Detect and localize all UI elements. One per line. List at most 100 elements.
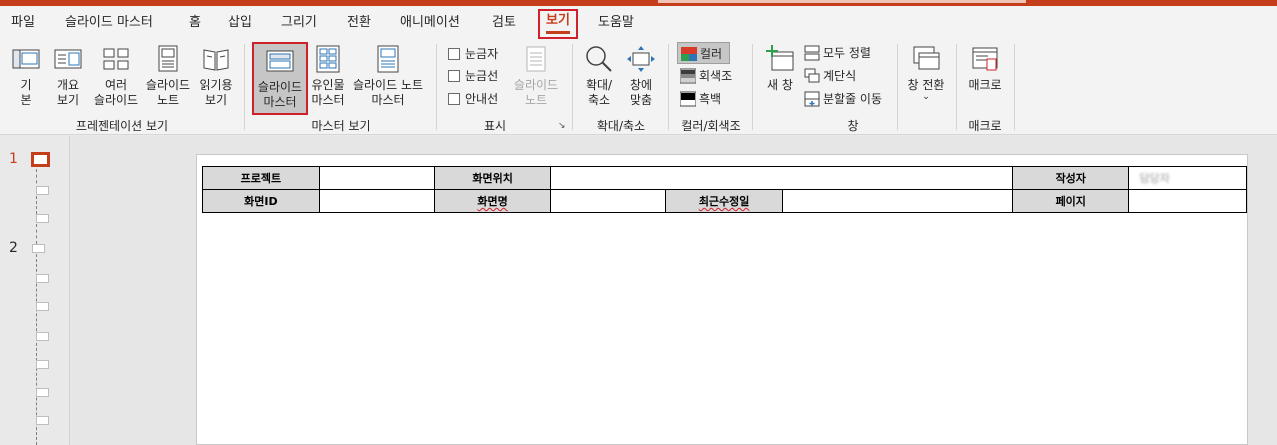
author-label-cell[interactable]: 작성자	[1012, 166, 1130, 190]
slide-sorter-icon	[101, 44, 131, 74]
slide-sorter-button[interactable]: 여러 슬라이드	[90, 42, 142, 115]
slide-number-2: 2	[9, 240, 18, 256]
black-white-mode-button[interactable]: 흑백	[679, 88, 721, 110]
notes-master-icon	[373, 44, 403, 74]
screen-id-label-cell[interactable]: 화면ID	[202, 189, 320, 213]
group-divider	[752, 44, 753, 130]
slide-editing-area[interactable]: 프로젝트 화면위치 작성자 담당자 화면ID 화면명 최근수정일 페이지	[71, 136, 1277, 445]
zoom-group-label: 확대/축소	[596, 119, 646, 133]
guides-checkbox[interactable]: 안내선	[448, 88, 498, 110]
ruler-checkbox[interactable]: 눈금자	[448, 43, 498, 65]
notes-page-button[interactable]: 슬라이드 노트	[143, 42, 193, 115]
tab-slide-master[interactable]: 슬라이드 마스터	[65, 12, 153, 34]
cascade-label: 계단식	[823, 69, 857, 83]
notes-icon	[521, 44, 551, 74]
window-group-label: 창	[847, 119, 859, 133]
fit-to-window-button[interactable]: 창에 맞춤	[622, 42, 660, 115]
guides-checkbox-box[interactable]	[448, 92, 460, 105]
project-label-cell[interactable]: 프로젝트	[202, 166, 320, 190]
move-split-button[interactable]: 분할줄 이동	[804, 88, 882, 110]
page-label-cell[interactable]: 페이지	[1012, 189, 1130, 213]
layout-thumbnail[interactable]	[36, 302, 49, 311]
color-mode-button[interactable]: 컬러	[677, 42, 730, 64]
last-modified-label-cell[interactable]: 최근수정일	[665, 189, 783, 213]
slide-master-label-2: 마스터	[263, 95, 297, 109]
guides-label: 안내선	[465, 92, 499, 106]
ruler-label: 눈금자	[465, 47, 499, 61]
screen-location-label-cell[interactable]: 화면위치	[433, 166, 552, 190]
tab-animations[interactable]: 애니메이션	[400, 12, 460, 34]
notes-toggle-label-2: 노트	[524, 93, 548, 107]
arrange-all-icon	[804, 45, 820, 61]
tab-review[interactable]: 검토	[492, 12, 516, 34]
outline-view-label-1: 개요	[56, 78, 80, 92]
master-thumbnail-2[interactable]	[32, 244, 45, 253]
group-divider	[1014, 44, 1015, 130]
tab-draw[interactable]: 그리기	[281, 12, 317, 34]
ruler-checkbox-box[interactable]	[448, 47, 460, 60]
cascade-button[interactable]: 계단식	[804, 65, 856, 87]
zoom-button[interactable]: 확대/ 축소	[580, 42, 618, 115]
document-header-table[interactable]: 프로젝트 화면위치 작성자 담당자 화면ID 화면명 최근수정일 페이지	[202, 166, 1247, 213]
screen-name-label-cell[interactable]: 화면명	[433, 189, 552, 213]
fit-to-window-label-1: 창에	[629, 78, 653, 92]
tab-home[interactable]: 홈	[189, 12, 201, 34]
reading-view-button[interactable]: 읽기용 보기	[196, 42, 236, 115]
gridlines-checkbox-box[interactable]	[448, 69, 460, 82]
grayscale-swatch-icon	[679, 68, 697, 84]
handout-master-label-1: 유인물	[311, 78, 345, 92]
layout-thumbnail[interactable]	[36, 388, 49, 397]
powerpoint-window: 파일 슬라이드 마스터 홈 삽입 그리기 전환 애니메이션 검토 보기 도움말 …	[0, 0, 1277, 445]
macros-label: 매크로	[968, 78, 1002, 92]
layout-connector	[36, 224, 37, 244]
layout-thumbnail[interactable]	[36, 416, 49, 425]
search-box[interactable]	[658, 0, 1026, 3]
page-value-cell[interactable]	[1128, 189, 1247, 213]
notes-toggle-button[interactable]: 슬라이드 노트	[510, 42, 562, 115]
active-tab-underline	[546, 31, 570, 34]
switch-windows-button[interactable]: 창 전환 ⌄	[903, 42, 949, 115]
notes-master-button[interactable]: 슬라이드 노트 마스터	[349, 42, 427, 115]
screen-location-value-cell[interactable]	[550, 166, 1014, 190]
handout-master-button[interactable]: 유인물 마스터	[309, 42, 347, 115]
table-row: 화면ID 화면명 최근수정일 페이지	[202, 189, 1247, 213]
arrange-all-button[interactable]: 모두 정렬	[804, 42, 871, 64]
layout-connector	[36, 196, 37, 214]
macros-button[interactable]: 매크로	[964, 42, 1006, 115]
layout-thumbnail[interactable]	[36, 186, 49, 195]
show-dialog-launcher-icon[interactable]: ↘	[558, 121, 566, 131]
slide-thumbnail-pane[interactable]: 1 2	[0, 136, 70, 445]
last-modified-value-cell[interactable]	[781, 189, 1014, 213]
tab-view[interactable]: 보기	[538, 9, 578, 39]
color-label: 컬러	[700, 47, 723, 61]
gridlines-checkbox[interactable]: 눈금선	[448, 65, 498, 87]
group-divider	[436, 44, 437, 130]
layout-thumbnail[interactable]	[36, 360, 49, 369]
grayscale-mode-button[interactable]: 회색조	[679, 65, 732, 87]
outline-view-button[interactable]: 개요 보기	[50, 42, 86, 115]
normal-view-button[interactable]: 기 본	[8, 42, 44, 115]
slide-sorter-label-1: 여러	[104, 78, 128, 92]
tab-help[interactable]: 도움말	[598, 12, 634, 34]
new-window-button[interactable]: 새 창	[760, 42, 800, 115]
author-value-cell[interactable]: 담당자	[1128, 166, 1247, 190]
project-value-cell[interactable]	[318, 166, 435, 190]
slide-master-button[interactable]: 슬라이드 마스터	[252, 42, 308, 115]
master-thumbnail-1[interactable]	[31, 152, 50, 167]
screen-id-value-cell[interactable]	[318, 189, 435, 213]
ribbon: 기 본 개요 보기 여러 슬라이드 슬라이드 노트 읽기용 보기 프레젠테이션 …	[0, 40, 1277, 135]
group-divider	[956, 44, 957, 130]
tab-transitions[interactable]: 전환	[347, 12, 371, 34]
layout-thumbnail[interactable]	[36, 274, 49, 283]
slide-canvas[interactable]: 프로젝트 화면위치 작성자 담당자 화면ID 화면명 최근수정일 페이지	[196, 154, 1248, 445]
slide-sorter-label-2: 슬라이드	[93, 93, 139, 107]
layout-thumbnail[interactable]	[36, 332, 49, 341]
group-divider	[244, 44, 245, 130]
tab-insert[interactable]: 삽입	[228, 12, 252, 34]
tab-file[interactable]: 파일	[11, 12, 35, 34]
screen-name-value-cell[interactable]	[550, 189, 667, 213]
new-window-label: 새 창	[767, 78, 793, 92]
layout-thumbnail[interactable]	[36, 214, 49, 223]
color-group-label: 컬러/회색조	[681, 119, 741, 133]
notes-page-label-1: 슬라이드	[145, 78, 191, 92]
